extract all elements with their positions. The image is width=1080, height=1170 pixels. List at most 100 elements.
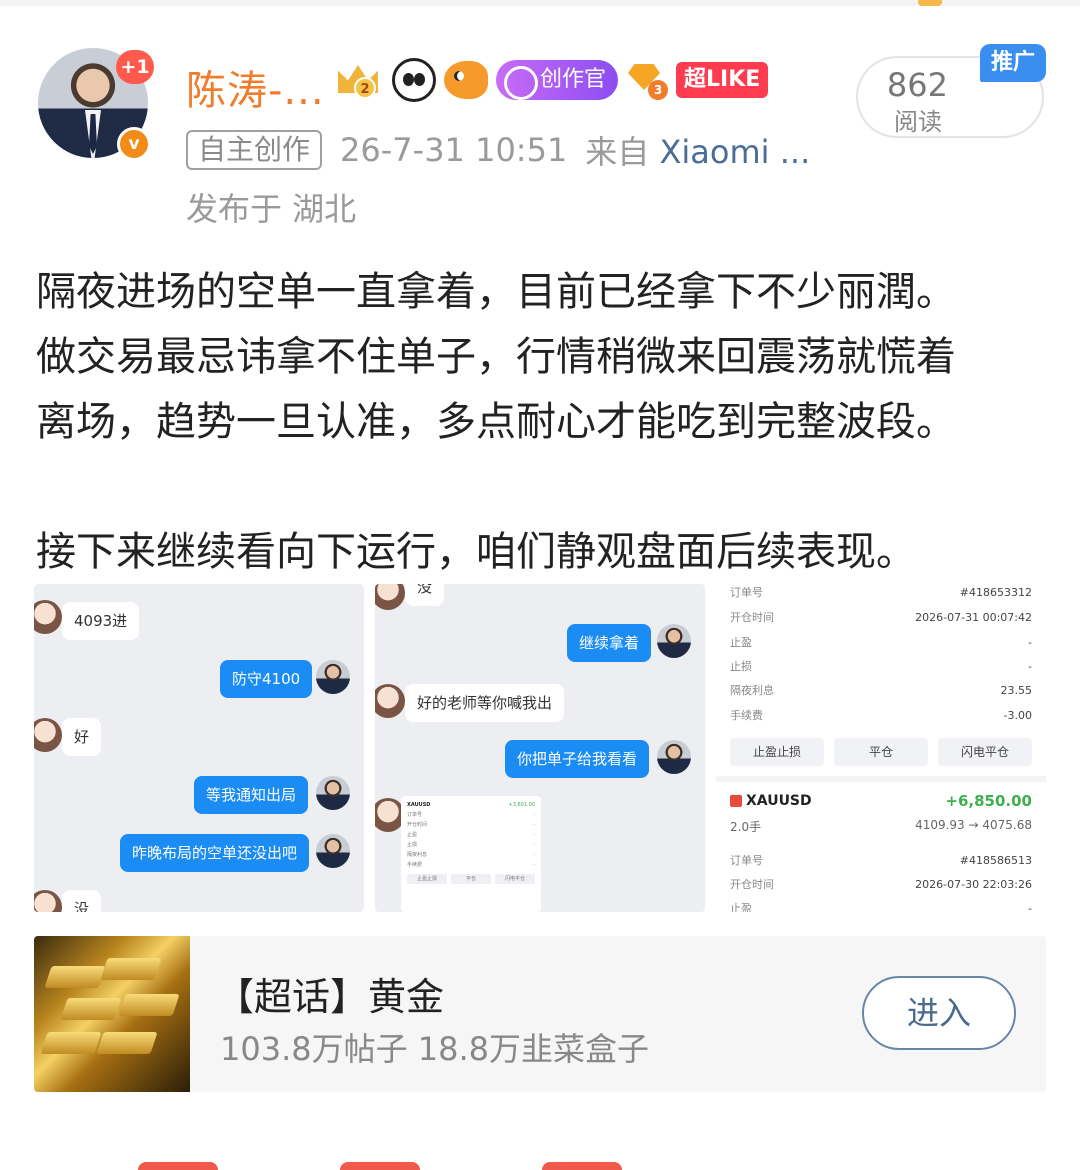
user-badges: 2 创作官 3 超LIKE xyxy=(334,58,769,102)
chat-bubble-right: 防守4100 xyxy=(220,660,313,698)
mini-card-key: 开仓时间 xyxy=(407,822,428,828)
source-line: 来自 Xiaomi ... xyxy=(585,127,810,173)
teacher-avatar xyxy=(316,776,350,810)
order-row: 止盈 - xyxy=(730,634,1032,652)
order-value: 2026-07-31 00:07:42 xyxy=(915,611,1032,624)
order-key: 开仓时间 xyxy=(730,611,774,624)
mini-card-button: 闪电平仓 xyxy=(495,874,535,884)
crown-level-icon[interactable]: 2 xyxy=(334,59,384,101)
username[interactable]: 陈涛-... xyxy=(186,58,325,116)
order-key: 手续费 xyxy=(730,709,763,722)
source-prefix: 来自 xyxy=(585,133,650,171)
chat-bubble-left: 没 xyxy=(405,584,445,606)
mini-card-value: · xyxy=(533,862,535,868)
mini-card-row: 隔夜利息 · xyxy=(407,850,535,860)
order-value: -3.00 xyxy=(1003,709,1032,722)
order-value: - xyxy=(1028,636,1032,649)
order-value: #418586513 xyxy=(959,854,1032,867)
order-row: 止损 - xyxy=(730,658,1032,676)
mini-card-key: 手续费 xyxy=(407,862,423,868)
toolbar-accent xyxy=(138,1162,218,1170)
diamond-level-number: 3 xyxy=(648,80,669,100)
super-like-badge[interactable]: 超LIKE xyxy=(676,62,769,98)
post-image-order-details[interactable]: 订单号 #418653312 开仓时间 2026-07-31 00:07:42 止盈… xyxy=(716,584,1046,912)
order-row: 开仓时间 2026-07-30 22:03:26 xyxy=(730,876,1032,894)
chat-bubble-right: 继续拿着 xyxy=(567,624,652,662)
order-key: 止损 xyxy=(730,660,752,673)
student-avatar xyxy=(375,684,405,718)
mini-card-key: 隔夜利息 xyxy=(407,852,428,858)
order-value: #418653312 xyxy=(959,586,1032,599)
order-key: 开仓时间 xyxy=(730,878,774,891)
mini-card-button: 止盈止损 xyxy=(407,874,447,884)
order-key: 订单号 xyxy=(730,854,763,867)
fish-icon[interactable] xyxy=(444,61,488,99)
teacher-avatar xyxy=(657,624,691,658)
read-label: 阅读 xyxy=(894,108,942,136)
toolbar-accent xyxy=(340,1162,420,1170)
post-image-chat-1[interactable]: 4093进 防守4100 好 等我通知出局 昨晚布局的空单还没出吧 没 xyxy=(34,584,364,912)
panda-icon[interactable] xyxy=(392,58,436,102)
student-avatar xyxy=(34,718,62,752)
mini-card-header: XAUUSD +3,601.00 xyxy=(407,800,535,810)
order-value: - xyxy=(1028,902,1032,912)
chat-bubble-left: 好 xyxy=(62,718,102,756)
diamond-level-icon[interactable]: 3 xyxy=(626,60,669,100)
gold-bars-thumbnail xyxy=(34,936,190,1092)
order-row: 订单号 #418586513 xyxy=(730,852,1032,870)
chat-bubble-right: 你把单子给我看看 xyxy=(505,740,650,778)
post-text-line: 接下来继续看向下运行，咱们静观盘面后续表现。 xyxy=(36,529,916,575)
mini-card-value: · xyxy=(533,852,535,858)
mini-card-value: · xyxy=(533,822,535,828)
crown-level-number: 2 xyxy=(354,77,376,99)
order-row: 隔夜利息 23.55 xyxy=(730,682,1032,700)
post-location: 发布于 湖北 xyxy=(186,190,357,228)
mini-card-key: 止损 xyxy=(407,842,418,848)
teacher-avatar xyxy=(657,740,691,774)
mini-card-buttons: 止盈止损 平仓 闪电平仓 xyxy=(407,874,535,884)
order-actions: 止盈止损 平仓 闪电平仓 xyxy=(730,738,1032,766)
teacher-avatar xyxy=(316,660,350,694)
order-key: 订单号 xyxy=(730,586,763,599)
position-pnl: +6,850.00 xyxy=(945,792,1032,810)
bottom-toolbar-peek xyxy=(0,1158,1080,1170)
mini-card-symbol: XAUUSD xyxy=(407,802,431,808)
close-position-button[interactable]: 平仓 xyxy=(834,738,928,766)
tp-sl-button[interactable]: 止盈止损 xyxy=(730,738,824,766)
post-body: 隔夜进场的空单一直拿着，目前已经拿下不少丽潤。 做交易最忌讳拿不住单子，行情稍微… xyxy=(36,260,1046,585)
student-avatar xyxy=(34,600,62,634)
creator-badge[interactable]: 创作官 xyxy=(496,60,619,100)
post-image-chat-2[interactable]: 没 继续拿着 好的老师等你喊我出 你把单子给我看看 XAUUSD +3,601.… xyxy=(375,584,705,912)
order-row: 订单号 #418653312 xyxy=(730,584,1032,602)
flash-close-button[interactable]: 闪电平仓 xyxy=(938,738,1032,766)
verified-icon: v xyxy=(117,127,151,161)
post-text-line: 做交易最忌讳拿不住单子，行情稍微来回震荡就慌着 xyxy=(36,334,956,380)
source-device-link[interactable]: Xiaomi ... xyxy=(659,133,810,171)
enter-topic-button[interactable]: 进入 xyxy=(862,976,1016,1050)
chat-bubble-right: 等我通知出局 xyxy=(194,776,309,814)
chat-bubble-left: 4093进 xyxy=(62,602,140,640)
top-accent-mark xyxy=(918,0,942,6)
mini-card-button: 平仓 xyxy=(451,874,491,884)
mini-card-pnl: +3,601.00 xyxy=(508,802,535,808)
super-topic-card[interactable]: 【超话】黄金 103.8万帖子 18.8万韭菜盒子 进入 xyxy=(34,936,1046,1092)
chat-bubble-right: 昨晚布局的空单还没出吧 xyxy=(120,834,310,872)
mini-card-row: 手续费 · xyxy=(407,860,535,870)
position-lots: 2.0手 xyxy=(730,820,762,834)
original-tag: 自主创作 xyxy=(186,130,323,170)
position-detail: 2.0手 4109.93 → 4075.68 xyxy=(730,818,1032,836)
order-value: - xyxy=(1028,660,1032,673)
mini-card-row: 止损 · xyxy=(407,840,535,850)
order-divider xyxy=(716,776,1046,782)
topic-title: 【超话】黄金 xyxy=(216,975,445,1019)
read-count: 862 xyxy=(886,66,948,104)
mini-card-value: · xyxy=(533,832,535,838)
promoted-badge: 推广 xyxy=(980,44,1046,82)
mini-card-key: 订单号 xyxy=(407,812,423,818)
mini-card-value: · xyxy=(533,842,535,848)
order-key: 隔夜利息 xyxy=(730,684,774,697)
order-screenshot-thumbnail: XAUUSD +3,601.00 订单号 · 开仓时间 · 止盈 · 止损 · 隔夜利息… xyxy=(401,796,541,912)
mini-card-value: · xyxy=(533,812,535,818)
chat-bubble-left: 没 xyxy=(62,890,102,912)
